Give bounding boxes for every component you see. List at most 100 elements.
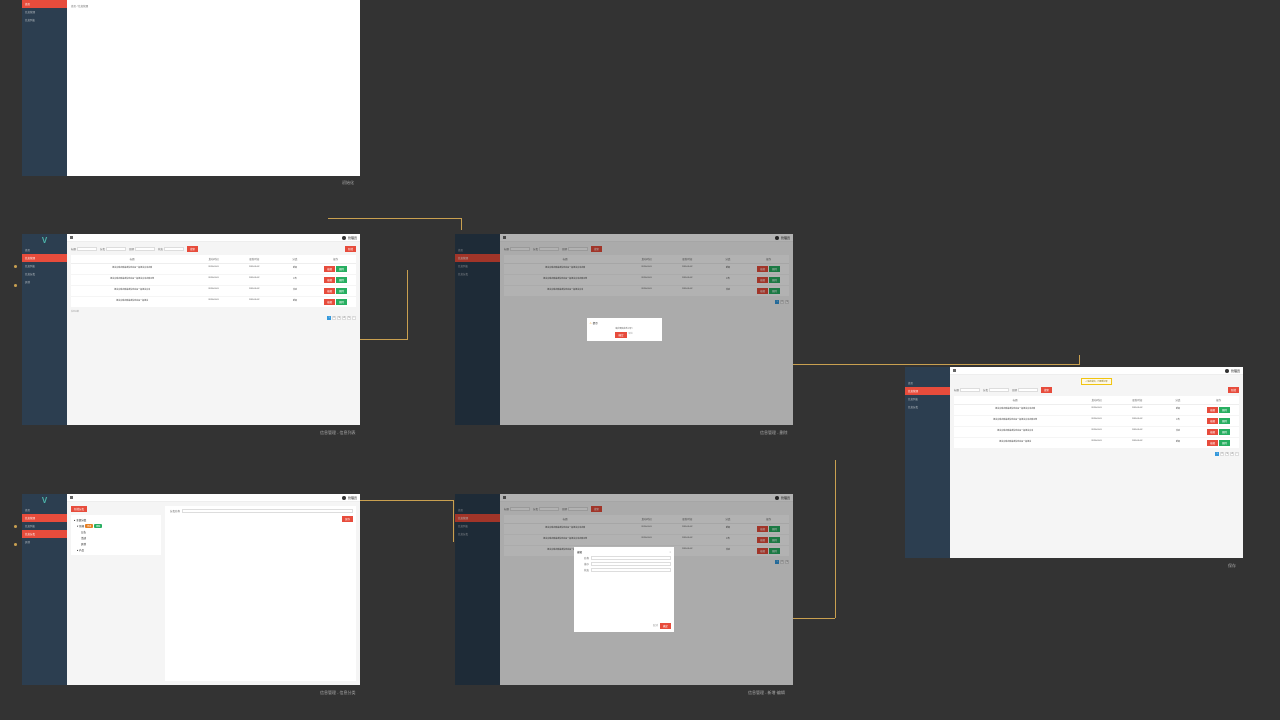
form-label: 排序 bbox=[577, 562, 589, 566]
nav-item[interactable]: 首页 bbox=[22, 0, 67, 8]
save-button[interactable]: 保存 bbox=[342, 516, 353, 522]
avatar[interactable] bbox=[342, 496, 346, 500]
nav-item[interactable]: 信息分类 bbox=[22, 270, 67, 278]
edit-button[interactable]: 编辑 bbox=[324, 288, 335, 294]
confirm-button[interactable]: 确定 bbox=[660, 623, 671, 629]
modal-title: 编辑× bbox=[577, 550, 671, 554]
delete-button[interactable]: 删除 bbox=[336, 299, 347, 305]
name-input[interactable] bbox=[591, 556, 671, 560]
screen-list: V 首页 信息管理 信息列表 信息分类 其他 管理员 标题 分类 日期 状态 搜… bbox=[22, 234, 360, 425]
modal-overlay[interactable]: 编辑× 名称 排序 状态 取消 确定 bbox=[455, 494, 793, 685]
nav-item[interactable]: 信息列表 bbox=[22, 16, 67, 24]
name-input[interactable] bbox=[182, 509, 353, 513]
page-item[interactable]: 1 bbox=[327, 316, 331, 320]
close-icon[interactable]: × bbox=[670, 551, 671, 554]
nav-item[interactable]: 其他 bbox=[22, 538, 67, 546]
screen-caption: 信息管理 - 信息分类 bbox=[320, 690, 356, 696]
topbar: 管理员 bbox=[950, 367, 1243, 375]
filter-input[interactable] bbox=[164, 247, 184, 251]
user-name: 管理员 bbox=[348, 236, 357, 240]
status-input[interactable] bbox=[591, 568, 671, 572]
topbar: 管理员 bbox=[67, 234, 360, 242]
nav-item[interactable]: 信息管理 bbox=[22, 8, 67, 16]
screen-caption: 初始化 bbox=[342, 180, 354, 186]
nav-item[interactable]: 信息分类 bbox=[22, 530, 67, 538]
nav-item[interactable]: 首页 bbox=[905, 379, 950, 387]
user-name: 管理员 bbox=[348, 496, 357, 500]
logo: V bbox=[22, 494, 67, 506]
filter-input[interactable] bbox=[106, 247, 126, 251]
edit-tag[interactable]: 修改 bbox=[85, 524, 93, 528]
page-item[interactable]: 2 bbox=[332, 316, 336, 320]
modal-body: 确定删除此条记录? bbox=[590, 327, 659, 330]
sidebar: 首页 信息管理 信息列表 信息分类 bbox=[905, 367, 950, 558]
avatar[interactable] bbox=[1225, 369, 1229, 373]
delete-button[interactable]: 删除 bbox=[336, 277, 347, 283]
nav-item[interactable]: 信息分类 bbox=[905, 403, 950, 411]
edit-button[interactable]: 编辑 bbox=[324, 277, 335, 283]
filter-input[interactable] bbox=[77, 247, 97, 251]
nav-item-active[interactable]: 信息管理 bbox=[22, 254, 67, 262]
page-item[interactable]: 5 bbox=[347, 316, 351, 320]
edit-button[interactable]: 编辑 bbox=[324, 266, 335, 272]
nav-item-active[interactable]: 信息管理 bbox=[22, 514, 67, 522]
avatar[interactable] bbox=[342, 236, 346, 240]
nav-item[interactable]: 首页 bbox=[22, 506, 67, 514]
logo: V bbox=[22, 234, 67, 246]
add-button[interactable]: 新增 bbox=[345, 246, 356, 252]
search-button[interactable]: 搜索 bbox=[1041, 387, 1052, 393]
page-item[interactable]: 3 bbox=[337, 316, 341, 320]
filter-row: 标题 分类 日期 状态 搜索 新增 bbox=[71, 246, 356, 252]
tree-item[interactable]: ▸ 产品 bbox=[73, 547, 159, 553]
table-header: 标题 发布时间 更新时间 分类 操作 bbox=[71, 255, 356, 264]
nav-item[interactable]: 信息列表 bbox=[22, 522, 67, 530]
nav-item[interactable]: 信息列表 bbox=[22, 262, 67, 270]
sidebar: V 首页 信息管理 信息列表 信息分类 其他 bbox=[22, 494, 67, 685]
topbar: 管理员 bbox=[67, 494, 360, 502]
main-content: 首页 / 信息管理 bbox=[67, 0, 360, 176]
nav-item[interactable]: 首页 bbox=[22, 246, 67, 254]
warning-icon: ⚠ bbox=[590, 322, 592, 325]
menu-icon[interactable] bbox=[953, 369, 956, 372]
page-next[interactable]: › bbox=[352, 316, 356, 320]
filter-input[interactable] bbox=[135, 247, 155, 251]
table-row: 测试文章内容描述信息这是一段测试文本内容2019-01-012019-01-02… bbox=[71, 264, 356, 275]
success-toast: ✓ 保存成功，已更新记录 bbox=[1081, 378, 1113, 385]
screen-caption: 保存 bbox=[1228, 563, 1236, 569]
add-category-button[interactable]: 新增分类 bbox=[71, 506, 87, 512]
cancel-button[interactable]: 取消 bbox=[653, 623, 658, 629]
cancel-button[interactable]: 取消 bbox=[629, 332, 633, 338]
breadcrumb: 首页 / 信息管理 bbox=[71, 4, 356, 8]
delete-tag[interactable]: 删除 bbox=[94, 524, 102, 528]
menu-icon[interactable] bbox=[70, 236, 73, 239]
screen-init: 首页 信息管理 信息列表 首页 / 信息管理 bbox=[22, 0, 360, 176]
main-content: 管理员 标题 分类 日期 搜索 标题发布时间更新时间分类操作 测试文章内容描述信… bbox=[500, 494, 793, 685]
nav-item[interactable]: 其他 bbox=[22, 278, 67, 286]
delete-button[interactable]: 删除 bbox=[336, 288, 347, 294]
add-button[interactable]: 新增 bbox=[1228, 387, 1239, 393]
main-content: 管理员 标题 分类 日期 状态 搜索 新增 标题 发布时间 更新时间 分类 操作 bbox=[67, 234, 360, 425]
confirm-button[interactable]: 确定 bbox=[615, 332, 626, 338]
filter-input[interactable] bbox=[1018, 388, 1038, 392]
edit-button[interactable]: 编辑 bbox=[324, 299, 335, 305]
search-button[interactable]: 搜索 bbox=[187, 246, 198, 252]
menu-icon[interactable] bbox=[70, 496, 73, 499]
confirm-modal: ⚠提示 确定删除此条记录? 确定 取消 bbox=[587, 318, 662, 341]
sidebar: V 首页 信息管理 信息列表 信息分类 其他 bbox=[22, 234, 67, 425]
sort-input[interactable] bbox=[591, 562, 671, 566]
page-item[interactable]: 4 bbox=[342, 316, 346, 320]
nav-item-active[interactable]: 信息管理 bbox=[905, 387, 950, 395]
screen-category: V 首页 信息管理 信息列表 信息分类 其他 管理员 新增分类 ▸ 全部分类 ▾… bbox=[22, 494, 360, 685]
modal-overlay[interactable]: ⚠提示 确定删除此条记录? 确定 取消 bbox=[455, 234, 793, 425]
form-label: 分类名称 bbox=[168, 509, 180, 513]
filter-input[interactable] bbox=[960, 388, 980, 392]
main-content: 管理员 新增分类 ▸ 全部分类 ▾ 新闻 修改 删除 公告 活动 其他 ▸ 产品… bbox=[67, 494, 360, 685]
footer-text: 信息总数 bbox=[71, 310, 356, 313]
sidebar: 首页 信息管理 信息列表 bbox=[22, 0, 67, 176]
delete-button[interactable]: 删除 bbox=[336, 266, 347, 272]
filter-input[interactable] bbox=[989, 388, 1009, 392]
table-row: 测试文章内容描述信息这是一段测试文本2019-01-012019-01-02活动… bbox=[71, 286, 356, 297]
pagination: 1 2 3 4 5 › bbox=[71, 316, 356, 320]
nav-item[interactable]: 信息列表 bbox=[905, 395, 950, 403]
form-label: 名称 bbox=[577, 556, 589, 560]
